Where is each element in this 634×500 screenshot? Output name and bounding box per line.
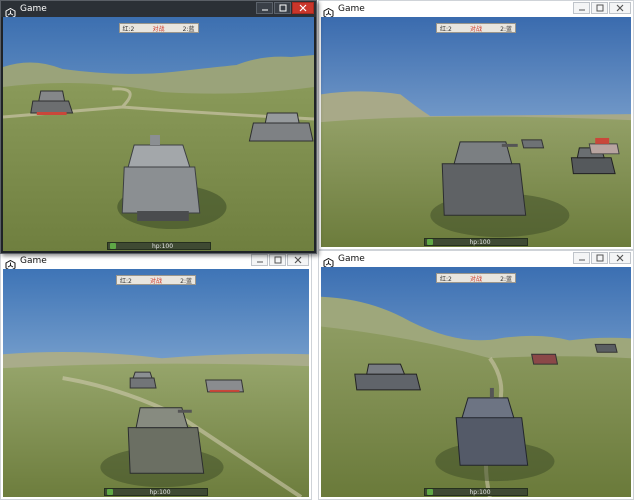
blue-team-score: 2:蓝: [500, 275, 512, 283]
minimize-button[interactable]: [573, 2, 590, 14]
enemy-tank-red: [205, 379, 245, 393]
close-icon: [616, 4, 624, 12]
game-window-4[interactable]: Game 红:2 对战 2:蓝 hp:100: [318, 250, 634, 500]
minimize-button[interactable]: [251, 254, 268, 266]
red-team-score: 红:2: [122, 25, 135, 33]
red-team-score: 红:2: [120, 277, 132, 285]
minimize-icon: [578, 9, 585, 11]
minimize-icon: [578, 259, 585, 261]
close-icon: [299, 4, 307, 12]
red-team-score: 红:2: [440, 25, 452, 33]
maximize-icon: [274, 256, 281, 264]
health-bar: hp:100: [424, 488, 528, 496]
window-title: Game: [338, 254, 365, 264]
game-window-1[interactable]: Game 红:2 对战 2:蓝 hp:100: [0, 0, 317, 254]
health-text: hp:100: [469, 238, 491, 246]
game-viewport[interactable]: 红:2 对战 2:蓝 hp:100: [3, 269, 309, 497]
health-text: hp:100: [151, 242, 174, 250]
score-banner: 红:2 对战 2:蓝: [118, 23, 199, 33]
title-bar[interactable]: Game: [319, 251, 633, 269]
battle-status: 对战: [469, 275, 482, 283]
score-banner: 红:2 对战 2:蓝: [436, 273, 516, 283]
unity-icon: [5, 256, 16, 271]
unity-icon: [323, 4, 334, 19]
score-banner: 红:2 对战 2:蓝: [436, 23, 516, 33]
minimize-icon: [256, 261, 263, 263]
blue-team-score: 2:蓝: [182, 25, 195, 33]
close-icon: [616, 254, 624, 262]
game-window-3[interactable]: Game 红:2 对战 2:蓝 hp:100: [0, 252, 312, 500]
game-viewport[interactable]: 红:2 对战 2:蓝 hp:100: [321, 267, 631, 497]
maximize-button[interactable]: [274, 2, 291, 14]
blue-team-score: 2:蓝: [180, 277, 192, 285]
unity-icon: [323, 254, 334, 269]
maximize-icon: [279, 4, 286, 12]
enemy-tank-distant: [594, 343, 618, 353]
minimize-button[interactable]: [573, 252, 590, 264]
game-scene: [3, 17, 314, 251]
enemy-tank-distant: [521, 139, 545, 149]
title-bar[interactable]: Game: [319, 1, 633, 19]
window-controls: [572, 2, 631, 14]
title-bar[interactable]: Game: [1, 1, 316, 19]
health-bar: hp:100: [104, 488, 208, 496]
game-scene: [3, 269, 309, 497]
window-title: Game: [20, 4, 47, 14]
health-bar: hp:100: [106, 242, 211, 250]
game-viewport[interactable]: 红:2 对战 2:蓝 hp:100: [3, 17, 314, 251]
unity-icon: [5, 4, 16, 19]
health-text: hp:100: [149, 488, 171, 496]
window-controls: [250, 254, 309, 266]
window-title: Game: [20, 256, 47, 266]
close-button[interactable]: [292, 2, 314, 14]
battle-status: 对战: [149, 277, 162, 285]
game-scene: [321, 17, 631, 247]
close-icon: [294, 256, 302, 264]
title-bar[interactable]: Game: [1, 253, 311, 271]
battle-status: 对战: [469, 25, 482, 33]
enemy-tank-red: [531, 353, 559, 365]
window-controls: [255, 2, 314, 14]
maximize-icon: [596, 254, 603, 262]
red-team-score: 红:2: [440, 275, 452, 283]
window-title: Game: [338, 4, 365, 14]
close-button[interactable]: [287, 254, 309, 266]
maximize-button[interactable]: [591, 252, 608, 264]
health-bar: hp:100: [424, 238, 528, 246]
close-button[interactable]: [609, 252, 631, 264]
health-text: hp:100: [469, 488, 491, 496]
minimize-icon: [261, 9, 268, 11]
game-window-2[interactable]: Game 红:2 对战 2:蓝 hp:100: [318, 0, 634, 250]
game-scene: [321, 267, 631, 497]
maximize-button[interactable]: [591, 2, 608, 14]
blue-team-score: 2:蓝: [500, 25, 512, 33]
maximize-button[interactable]: [269, 254, 286, 266]
battle-status: 对战: [152, 25, 165, 33]
window-controls: [572, 252, 631, 264]
score-banner: 红:2 对战 2:蓝: [116, 275, 196, 285]
maximize-icon: [596, 4, 603, 12]
minimize-button[interactable]: [256, 2, 273, 14]
close-button[interactable]: [609, 2, 631, 14]
game-viewport[interactable]: 红:2 对战 2:蓝 hp:100: [321, 17, 631, 247]
